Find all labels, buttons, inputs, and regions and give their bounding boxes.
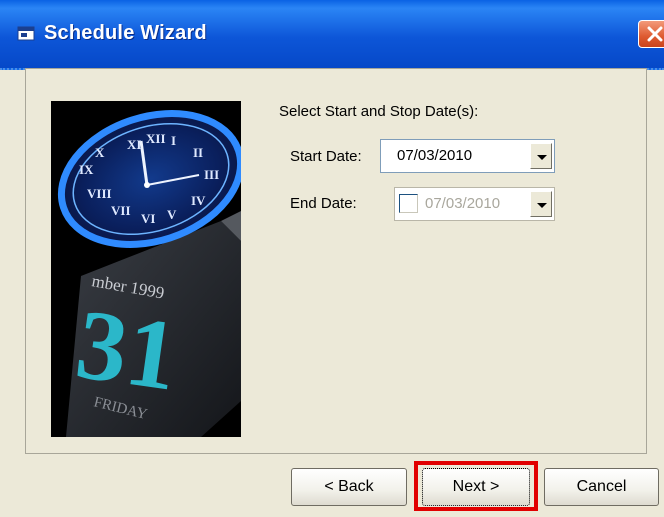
end-date-checkbox[interactable] xyxy=(399,194,418,213)
svg-text:X: X xyxy=(95,145,105,160)
cancel-button[interactable]: Cancel xyxy=(544,468,659,506)
start-date-label: Start Date: xyxy=(290,148,362,165)
window-app-icon xyxy=(17,26,35,41)
svg-text:IV: IV xyxy=(191,193,206,208)
date-selection-heading: Select Start and Stop Date(s): xyxy=(279,103,479,120)
end-date-picker[interactable]: 07/03/2010 xyxy=(394,187,555,221)
close-icon xyxy=(647,26,663,42)
chevron-down-icon xyxy=(537,203,547,208)
svg-text:VII: VII xyxy=(111,203,131,218)
chevron-down-icon xyxy=(537,155,547,160)
svg-text:31: 31 xyxy=(70,288,184,412)
window-title: Schedule Wizard xyxy=(44,22,207,44)
svg-text:IX: IX xyxy=(79,162,94,177)
svg-text:VI: VI xyxy=(141,211,155,226)
next-button-highlight xyxy=(414,461,538,511)
svg-text:XII: XII xyxy=(146,131,166,146)
start-date-value[interactable]: 07/03/2010 xyxy=(397,147,472,164)
back-button[interactable]: < Back xyxy=(291,468,407,506)
end-date-dropdown-button[interactable] xyxy=(530,191,552,217)
end-date-label: End Date: xyxy=(290,195,357,212)
svg-text:VIII: VIII xyxy=(87,186,112,201)
end-date-value: 07/03/2010 xyxy=(425,195,501,212)
close-button[interactable] xyxy=(638,20,664,48)
svg-text:III: III xyxy=(204,167,219,182)
svg-text:V: V xyxy=(167,207,177,222)
svg-text:XI: XI xyxy=(127,137,141,152)
start-date-picker[interactable]: 07/03/2010 xyxy=(380,139,555,173)
svg-text:I: I xyxy=(171,133,176,148)
schedule-wizard-window: Schedule Wizard mber 1999 31 FRIDAY XI X… xyxy=(0,0,664,517)
start-date-dropdown-button[interactable] xyxy=(530,143,552,169)
clock-calendar-image: mber 1999 31 FRIDAY XI XII I II III IV V… xyxy=(51,101,241,437)
svg-text:II: II xyxy=(193,145,203,160)
title-bar[interactable]: Schedule Wizard xyxy=(0,0,664,70)
